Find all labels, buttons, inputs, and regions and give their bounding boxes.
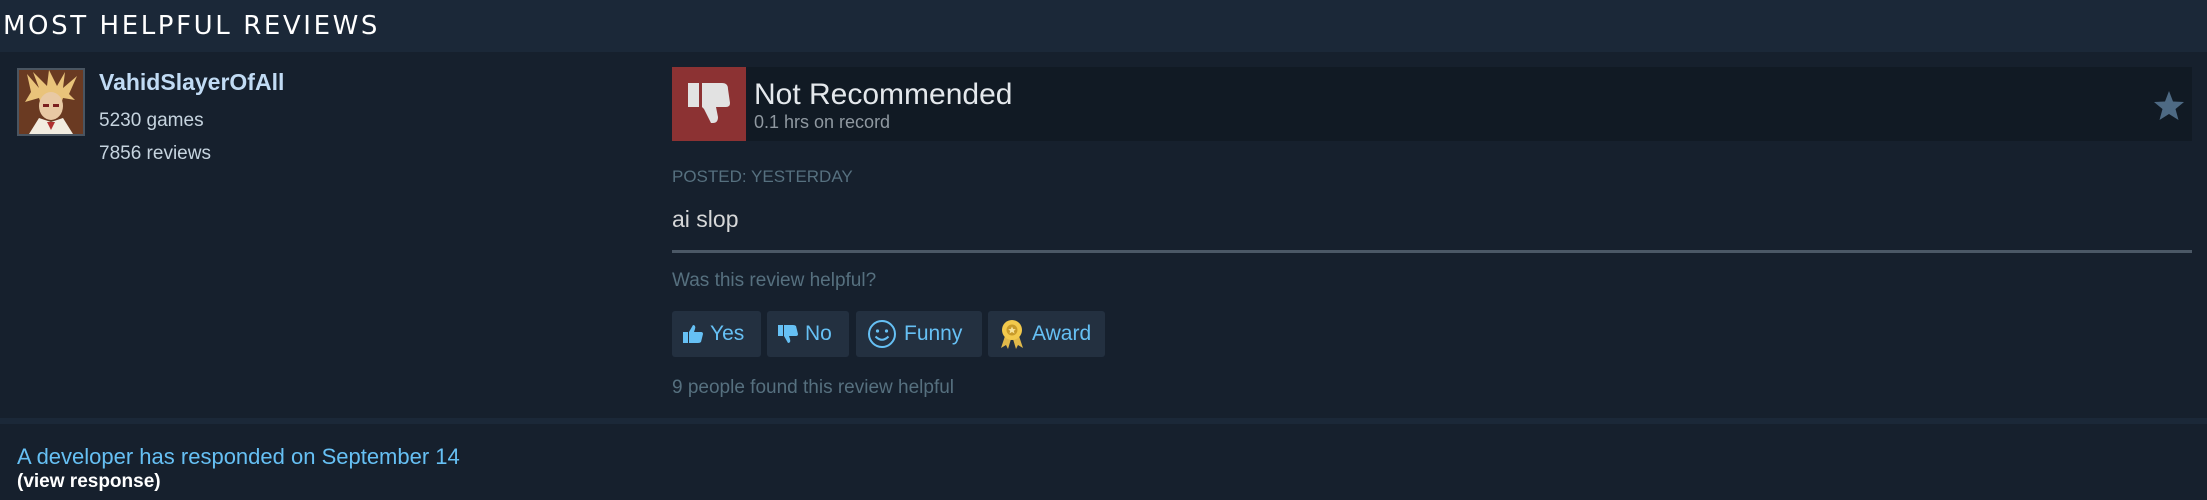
helpful-question: Was this review helpful? — [672, 270, 877, 291]
divider — [672, 250, 2192, 253]
hours-on-record: 0.1 hrs on record — [754, 112, 891, 132]
review-content: ai slop — [672, 206, 739, 232]
award-label: Award — [1032, 322, 1092, 345]
section-header: MOST HELPFUL REVIEWS — [0, 0, 2207, 52]
yes-button[interactable]: Yes — [672, 311, 761, 357]
award-icon — [998, 318, 1026, 350]
avatar-image — [19, 70, 83, 134]
funny-label: Funny — [904, 322, 963, 345]
no-button[interactable]: No — [767, 311, 849, 357]
thumbs-down-icon — [777, 323, 799, 345]
thumbs-down-badge — [672, 67, 746, 141]
num-owned-games[interactable]: 5230 games — [99, 110, 204, 132]
funny-button[interactable]: Funny — [856, 311, 982, 357]
avatar[interactable] — [17, 68, 85, 136]
num-reviews[interactable]: 7856 reviews — [99, 143, 211, 165]
view-response-link[interactable]: (view response) — [17, 471, 161, 493]
review-verdict[interactable]: Not Recommended — [754, 78, 1012, 112]
smiley-icon — [866, 318, 898, 350]
developer-response-link[interactable]: A developer has responded on September 1… — [17, 444, 460, 470]
thumbs-down-icon — [688, 83, 730, 123]
thumbs-up-icon — [682, 323, 704, 345]
yes-label: Yes — [710, 322, 745, 345]
star-icon[interactable] — [2152, 89, 2186, 123]
no-label: No — [805, 322, 832, 345]
helpful-count: 9 people found this review helpful — [672, 377, 955, 398]
award-button[interactable]: Award — [988, 311, 1105, 357]
persona-name[interactable]: VahidSlayerOfAll — [99, 69, 284, 96]
section-title: MOST HELPFUL REVIEWS — [3, 11, 381, 41]
posted-date: POSTED: YESTERDAY — [672, 167, 853, 186]
